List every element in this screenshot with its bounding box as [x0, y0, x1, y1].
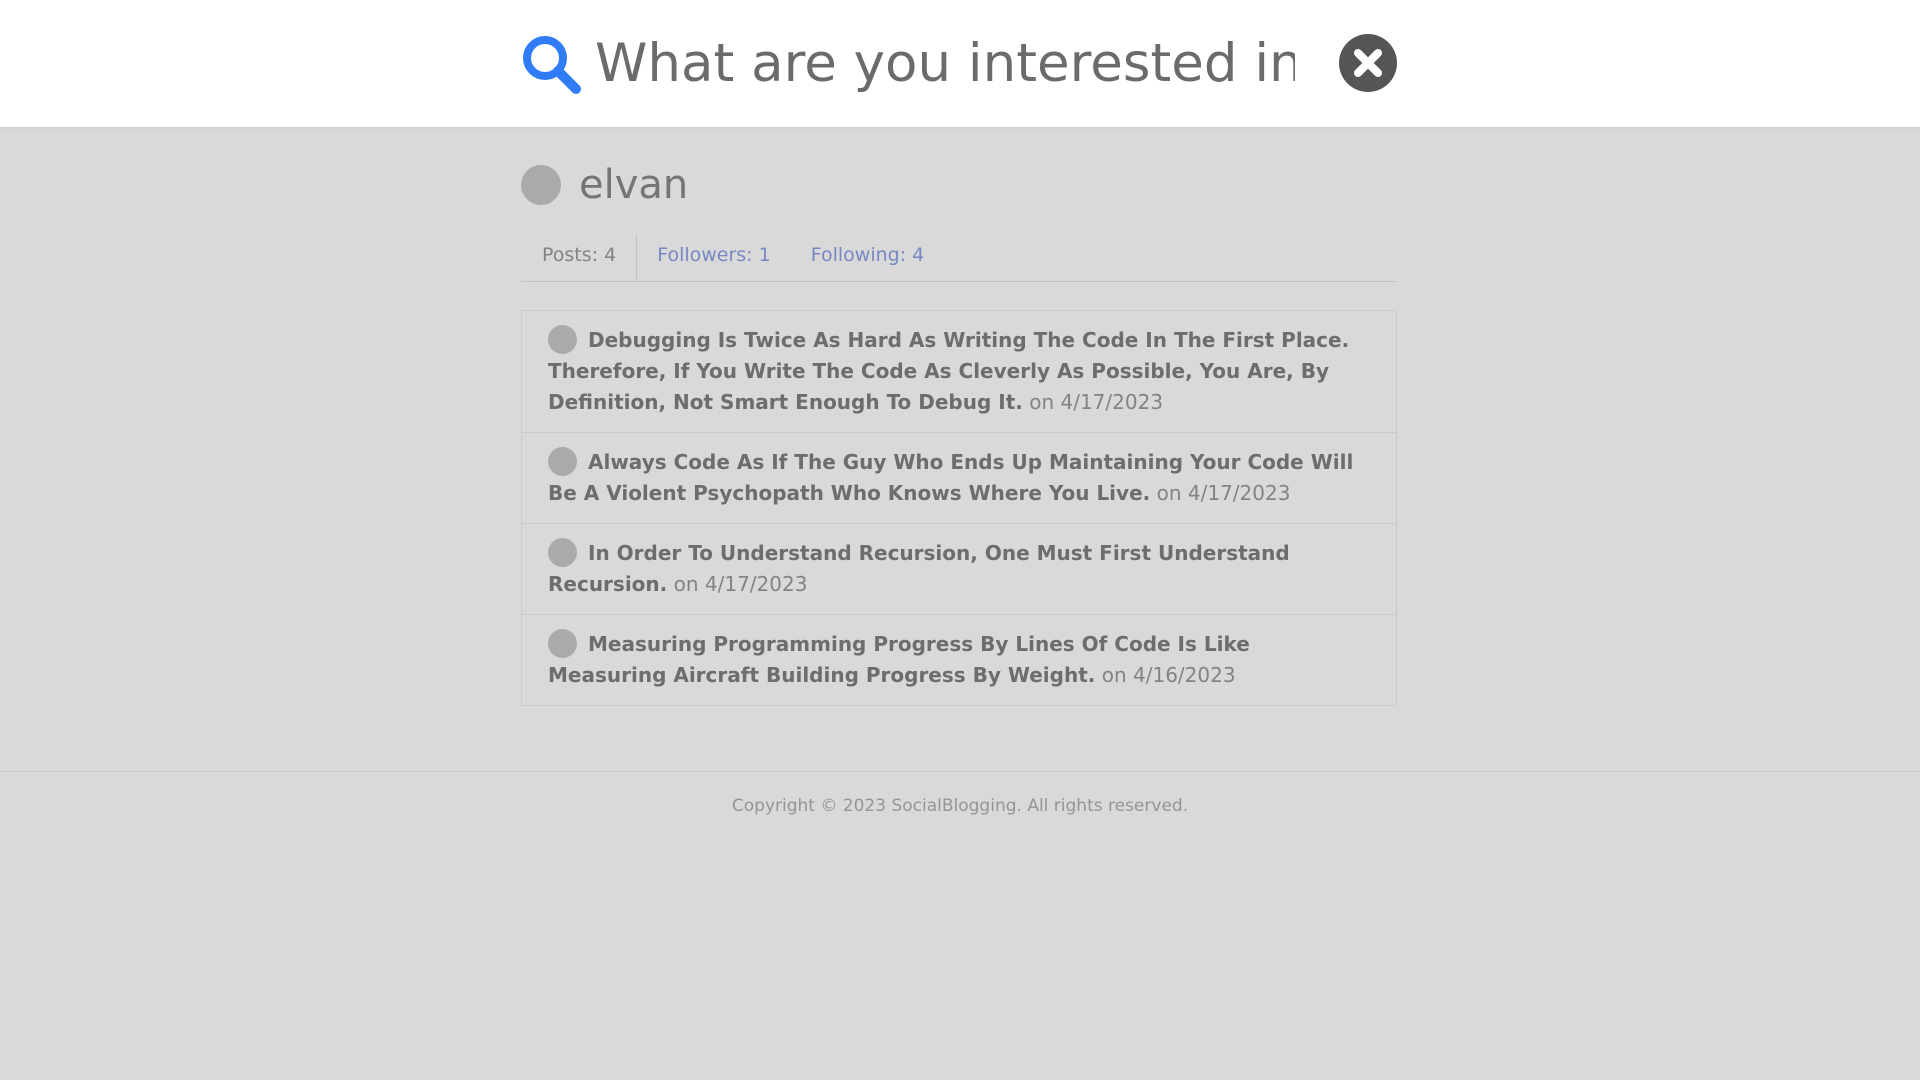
modal-overlay[interactable] [0, 0, 1920, 1080]
close-icon [1354, 49, 1382, 77]
close-button[interactable] [1339, 34, 1397, 92]
search-input[interactable] [595, 28, 1295, 98]
search-bar [0, 0, 1920, 127]
search-icon [523, 36, 581, 94]
